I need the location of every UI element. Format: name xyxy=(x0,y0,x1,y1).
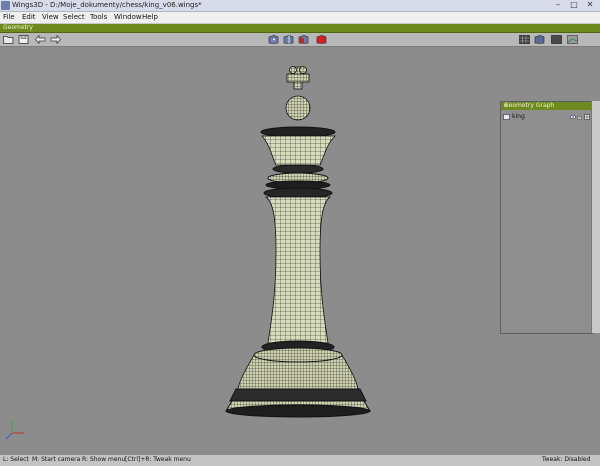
face-mode-icon[interactable] xyxy=(298,35,309,44)
king-ball xyxy=(285,95,311,121)
king-crown xyxy=(261,135,336,166)
menu-tools[interactable]: Tools xyxy=(90,13,107,21)
status-m-camera: M: Start camera xyxy=(32,456,81,463)
groundplane-icon[interactable] xyxy=(519,35,530,44)
minimize-button[interactable]: – xyxy=(550,0,566,10)
window-title: Wings3D - D:/Moje_dokumenty/chess/king_v… xyxy=(12,1,202,9)
king-cross xyxy=(286,66,310,90)
king-crown-top xyxy=(260,126,336,138)
edge-mode-icon[interactable] xyxy=(283,35,294,44)
status-r-menu: R: Show menu xyxy=(82,456,126,463)
king-ring-3 xyxy=(263,187,333,199)
menu-view[interactable]: View xyxy=(42,13,59,21)
king-ring-1 xyxy=(272,164,324,174)
close-button[interactable]: ✕ xyxy=(582,0,598,10)
save-icon[interactable] xyxy=(18,35,29,44)
geometry-graph-close-button[interactable]: x xyxy=(504,102,590,110)
menu-edit[interactable]: Edit xyxy=(22,13,36,21)
wings3d-app-icon xyxy=(1,1,10,10)
object-row-king[interactable]: king xyxy=(503,113,590,121)
king-foot-bottom xyxy=(225,404,371,418)
geometry-label: Geometry xyxy=(3,24,33,31)
status-l-select: L: Select xyxy=(3,456,29,463)
graph-scrollbar[interactable] xyxy=(591,101,600,333)
wireframe-toggle-icon[interactable] xyxy=(584,114,590,120)
king-stem xyxy=(264,196,332,344)
toolbar xyxy=(0,33,600,47)
status-bar: L: Select M: Start camera R: Show menu [… xyxy=(0,454,600,466)
undo-arrow-icon[interactable] xyxy=(35,35,46,44)
axes-icon[interactable] xyxy=(534,35,545,44)
visibility-eye-icon[interactable] xyxy=(570,114,576,120)
body-mode-icon[interactable] xyxy=(316,35,327,44)
smooth-shade-icon[interactable] xyxy=(551,35,562,44)
status-tweak-menu: [Ctrl]+R: Tweak menu xyxy=(125,456,191,463)
menu-bar: File Edit View Select Tools Window Help xyxy=(0,12,600,24)
maximize-button[interactable]: □ xyxy=(566,0,582,10)
status-tweak-state: Tweak: Disabled xyxy=(542,456,591,463)
axis-gizmo-icon xyxy=(5,419,24,440)
object-name: king xyxy=(512,113,525,120)
window-titlebar[interactable]: Wings3D - D:/Moje_dokumenty/chess/king_v… xyxy=(0,0,600,12)
perspective-icon[interactable] xyxy=(567,35,578,44)
geometry-window-bar[interactable]: Geometry xyxy=(0,24,600,33)
king-base-top xyxy=(253,347,343,363)
geometry-graph-panel: Geometry Graph x king xyxy=(500,101,593,334)
king-foot-upper xyxy=(229,388,367,402)
redo-arrow-icon[interactable] xyxy=(50,35,61,44)
menu-help[interactable]: Help xyxy=(142,13,158,21)
menu-file[interactable]: File xyxy=(3,13,15,21)
lock-icon[interactable] xyxy=(577,114,582,120)
object-icon xyxy=(503,114,510,120)
menu-window[interactable]: Window xyxy=(114,13,142,21)
open-folder-icon[interactable] xyxy=(3,35,14,44)
vertex-mode-icon[interactable] xyxy=(268,35,279,44)
geometry-graph-titlebar[interactable]: Geometry Graph x xyxy=(501,102,592,110)
menu-select[interactable]: Select xyxy=(63,13,85,21)
